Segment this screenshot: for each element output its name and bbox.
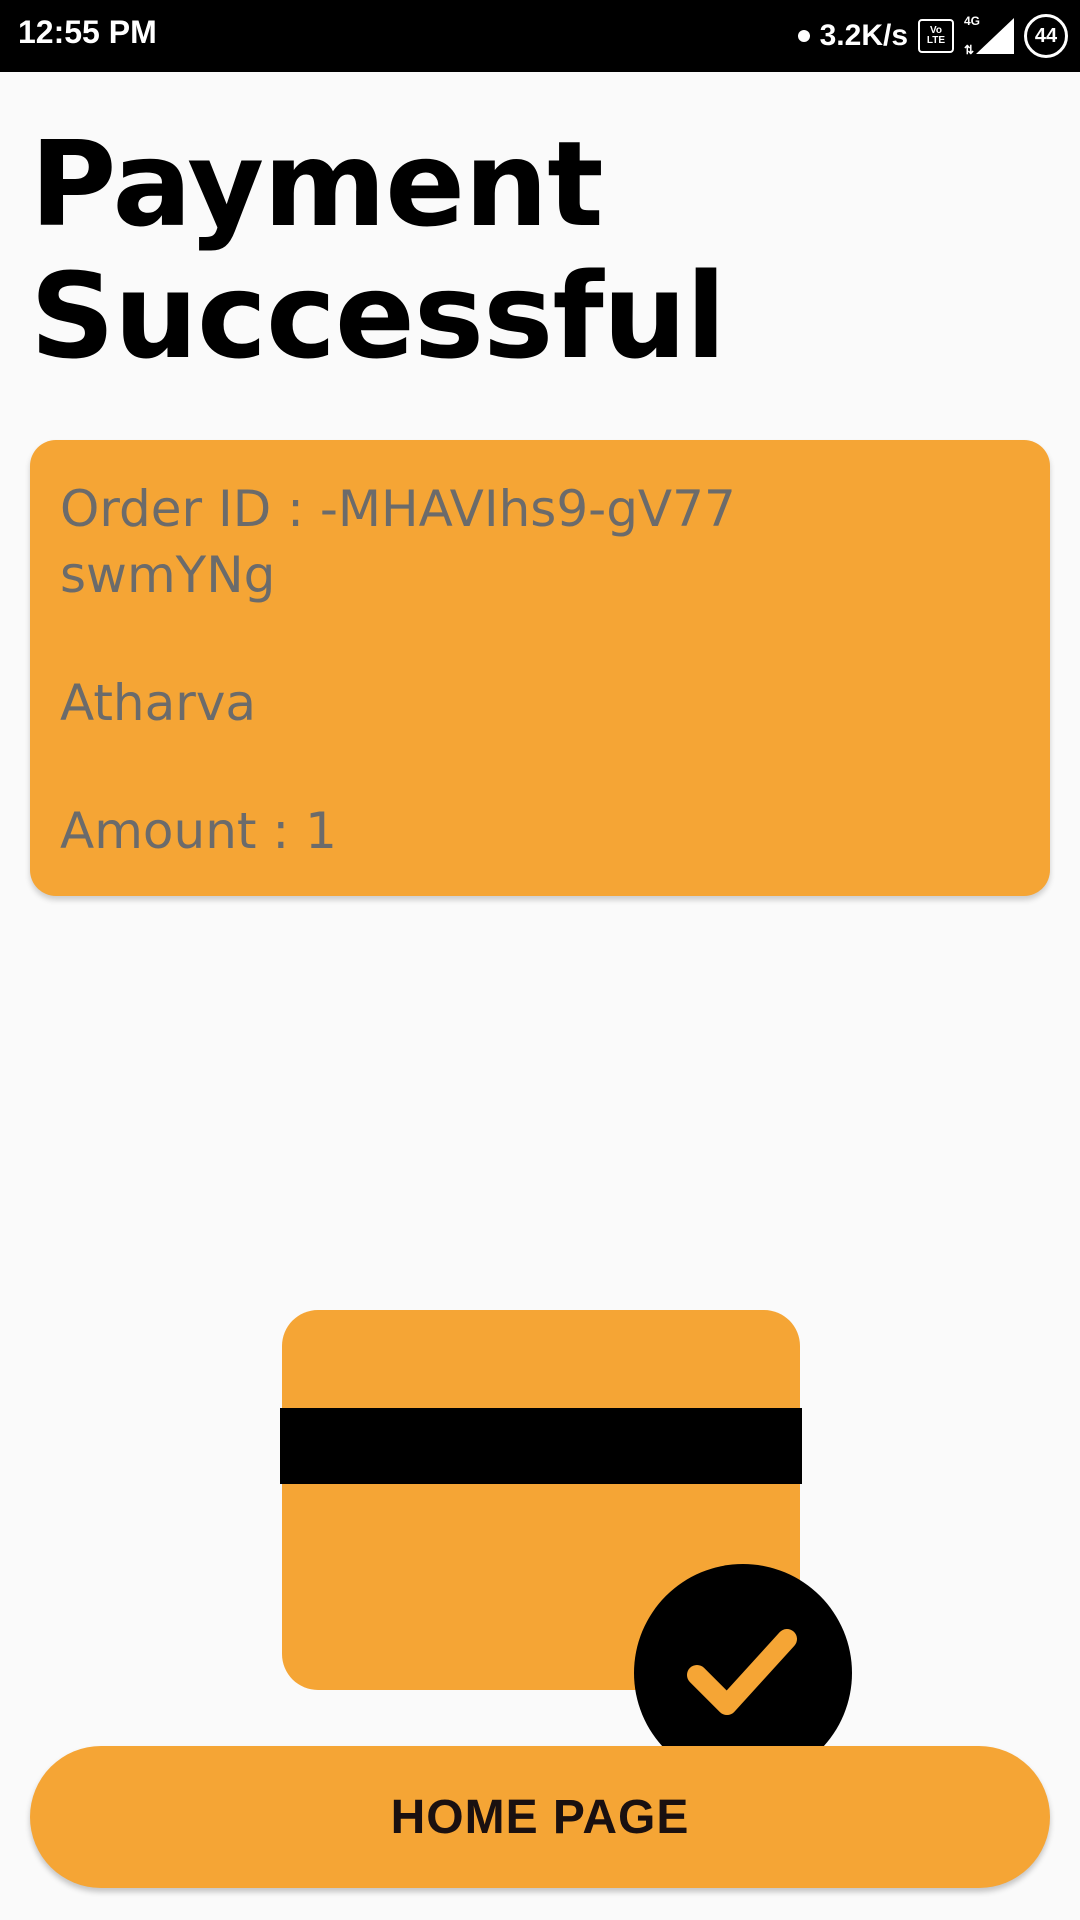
volte-icon: Vo LTE [918, 19, 954, 53]
status-icons: 3.2K/s Vo LTE 4G ⇅ 44 [797, 0, 1068, 72]
battery-icon: 44 [1024, 14, 1068, 58]
network-speed: 3.2K/s [819, 19, 908, 52]
data-arrows-icon: ⇅ [964, 43, 975, 57]
card-stripe [280, 1408, 802, 1484]
order-amount: Amount : 1 [60, 802, 337, 860]
order-id: Order ID : -MHAVIhs9-gV77swmYNg [60, 480, 736, 604]
page-title-line2: Successful [30, 247, 726, 385]
signal-icon: 4G ⇅ [964, 14, 1014, 58]
status-bar: 12:55 PM 3.2K/s Vo LTE 4G ⇅ 44 [0, 0, 1080, 72]
volte-bottom-label: LTE [926, 35, 946, 46]
home-page-button[interactable]: HOME PAGE [30, 1746, 1050, 1888]
page-title-line1: Payment [30, 115, 604, 253]
customer-name: Atharva [60, 674, 257, 732]
notification-dot-icon [797, 30, 810, 42]
order-details-card: Order ID : -MHAVIhs9-gV77swmYNg Atharva … [30, 440, 1050, 896]
page-title: Payment Successful [30, 118, 1030, 382]
battery-level: 44 [1034, 24, 1058, 47]
status-time: 12:55 PM [18, 14, 157, 50]
